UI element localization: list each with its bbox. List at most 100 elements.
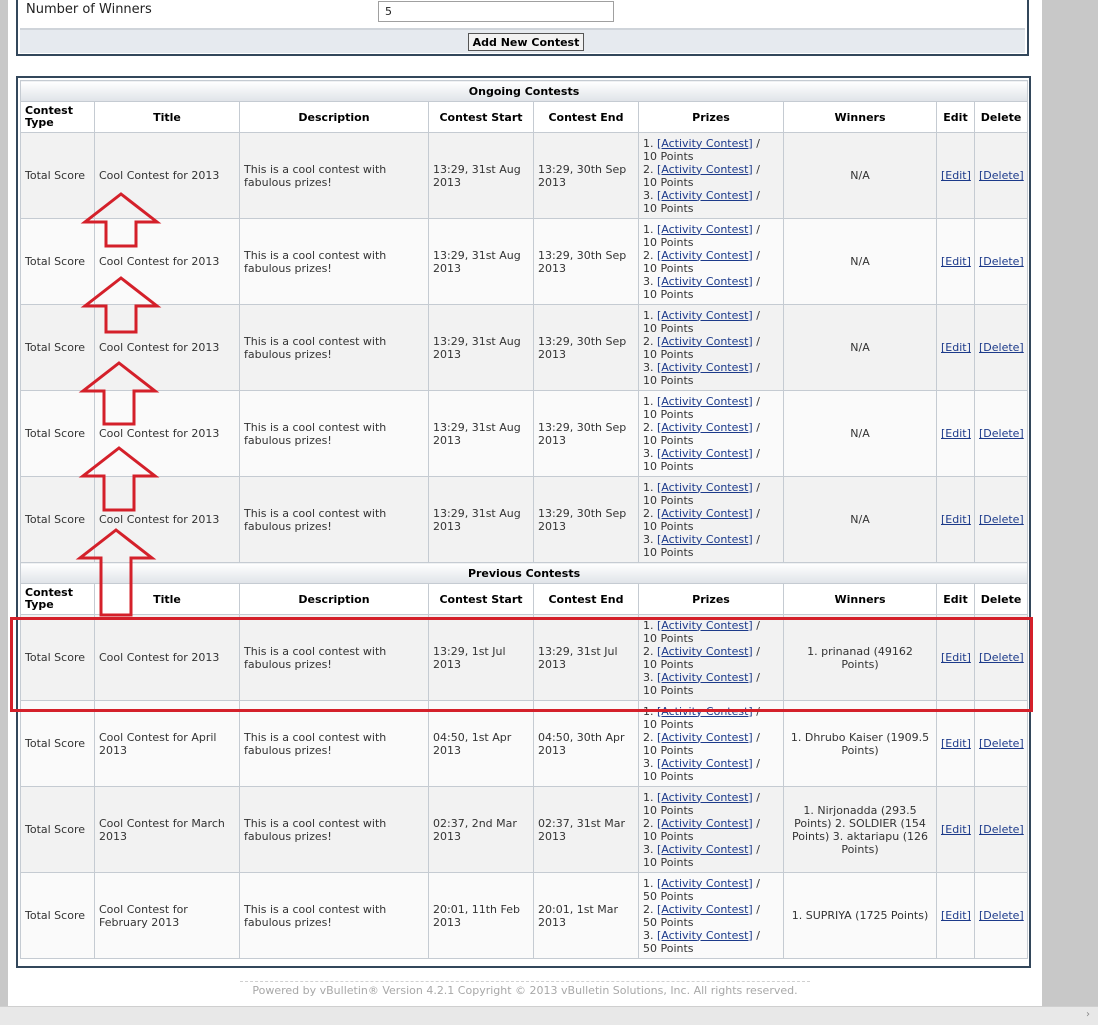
contest-description: This is a cool contest with fabulous pri… — [239, 700, 429, 787]
contest-prizes: 1. [Activity Contest] / 10 Points 2. [Act… — [638, 304, 784, 391]
prize-activity-link[interactable]: [Activity Contest] — [657, 645, 753, 658]
edit-cell: [Edit] — [936, 700, 975, 787]
prize-separator: / — [752, 644, 760, 658]
contest-type: Total Score — [20, 476, 95, 563]
prize-rank: 1. — [643, 790, 654, 804]
delete-link[interactable]: [Delete] — [979, 169, 1024, 182]
prize-activity-link[interactable]: [Activity Contest] — [657, 309, 753, 322]
delete-link[interactable]: [Delete] — [979, 255, 1024, 268]
add-new-contest-button[interactable]: Add New Contest — [468, 33, 584, 51]
edit-link[interactable]: [Edit] — [941, 737, 971, 750]
edit-link[interactable]: [Edit] — [941, 513, 971, 526]
column-header-row: Contest Type Title Description Contest Star… — [20, 101, 1029, 133]
prize-item: 3. [Activity Contest] / — [643, 447, 779, 460]
column-header-prizes: Prizes — [638, 101, 784, 133]
contest-prizes: 1. [Activity Contest] / 10 Points 2. [Act… — [638, 132, 784, 219]
contest-prizes: 1. [Activity Contest] / 10 Points 2. [Act… — [638, 390, 784, 477]
prize-activity-link[interactable]: [Activity Contest] — [657, 223, 753, 236]
delete-link[interactable]: [Delete] — [979, 341, 1024, 354]
prize-activity-link[interactable]: [Activity Contest] — [657, 249, 753, 262]
edit-link[interactable]: [Edit] — [941, 341, 971, 354]
contest-end: 13:29, 31st Jul 2013 — [533, 614, 639, 701]
delete-link[interactable]: [Delete] — [979, 427, 1024, 440]
prize-activity-link[interactable]: [Activity Contest] — [657, 791, 753, 804]
contest-title: Cool Contest for 2013 — [94, 218, 240, 305]
prize-activity-link[interactable]: [Activity Contest] — [657, 731, 753, 744]
contest-start: 13:29, 31st Aug 2013 — [428, 218, 534, 305]
contest-winners: 1. Dhrubo Kaiser (1909.5 Points) — [783, 700, 937, 787]
edit-link[interactable]: [Edit] — [941, 427, 971, 440]
delete-link[interactable]: [Delete] — [979, 651, 1024, 664]
prize-activity-link[interactable]: [Activity Contest] — [657, 705, 753, 718]
delete-link[interactable]: [Delete] — [979, 513, 1024, 526]
edit-link[interactable]: [Edit] — [941, 169, 971, 182]
prize-activity-link[interactable]: [Activity Contest] — [657, 189, 753, 202]
contests-table: Ongoing Contests Contest Type Title Descrip… — [19, 80, 1029, 959]
prize-activity-link[interactable]: [Activity Contest] — [657, 877, 753, 890]
prize-rank: 2. — [643, 420, 654, 434]
horizontal-scrollbar[interactable]: › — [0, 1006, 1098, 1025]
prize-separator: / — [752, 902, 760, 916]
prize-activity-link[interactable]: [Activity Contest] — [657, 447, 753, 460]
edit-link[interactable]: [Edit] — [941, 909, 971, 922]
prize-activity-link[interactable]: [Activity Contest] — [657, 843, 753, 856]
prize-activity-link[interactable]: [Activity Contest] — [657, 421, 753, 434]
prize-rank: 1. — [643, 480, 654, 494]
prize-activity-link[interactable]: [Activity Contest] — [657, 137, 753, 150]
prize-activity-link[interactable]: [Activity Contest] — [657, 903, 753, 916]
prize-rank: 3. — [643, 274, 654, 288]
prize-activity-link[interactable]: [Activity Contest] — [657, 395, 753, 408]
edit-cell: [Edit] — [936, 132, 975, 219]
prize-activity-link[interactable]: [Activity Contest] — [657, 507, 753, 520]
prize-activity-link[interactable]: [Activity Contest] — [657, 757, 753, 770]
scroll-right-icon[interactable]: › — [1086, 1009, 1090, 1020]
prize-activity-link[interactable]: [Activity Contest] — [657, 817, 753, 830]
prize-activity-link[interactable]: [Activity Contest] — [657, 671, 753, 684]
prize-activity-link[interactable]: [Activity Contest] — [657, 275, 753, 288]
prize-separator: / — [752, 790, 760, 804]
prize-item: 3. [Activity Contest] / — [643, 843, 779, 856]
contest-prizes: 1. [Activity Contest] / 10 Points 2. [Act… — [638, 700, 784, 787]
edit-link[interactable]: [Edit] — [941, 651, 971, 664]
prize-item: 2. [Activity Contest] / — [643, 421, 779, 434]
prize-rank: 1. — [643, 704, 654, 718]
page-margin-left — [0, 0, 8, 1010]
delete-link[interactable]: [Delete] — [979, 737, 1024, 750]
winners-input[interactable] — [378, 1, 614, 22]
prize-activity-link[interactable]: [Activity Contest] — [657, 163, 753, 176]
prize-rank: 3. — [643, 360, 654, 374]
delete-cell: [Delete] — [973, 872, 1029, 959]
prize-activity-link[interactable]: [Activity Contest] — [657, 361, 753, 374]
prize-separator: / — [752, 618, 760, 632]
prize-points: 10 Points — [643, 459, 694, 473]
edit-link[interactable]: [Edit] — [941, 255, 971, 268]
contest-prizes: 1. [Activity Contest] / 10 Points 2. [Act… — [638, 614, 784, 701]
delete-link[interactable]: [Delete] — [979, 909, 1024, 922]
section-header-previous: Previous Contests — [19, 562, 1029, 584]
delete-link[interactable]: [Delete] — [979, 823, 1024, 836]
prize-points: 10 Points — [643, 829, 694, 843]
column-header-winners: Winners — [783, 101, 937, 133]
contest-title: Cool Contest for 2013 — [94, 614, 240, 701]
form-submit-row: Add New Contest — [20, 29, 1025, 53]
prize-separator: / — [752, 670, 760, 684]
contest-end: 13:29, 30th Sep 2013 — [533, 218, 639, 305]
add-contest-form: Number of Winners Add New Contest — [16, 0, 1029, 56]
prize-rank: 2. — [643, 506, 654, 520]
column-header-start: Contest Start — [428, 101, 534, 133]
contest-type: Total Score — [20, 390, 95, 477]
contest-end: 04:50, 30th Apr 2013 — [533, 700, 639, 787]
contest-end: 13:29, 30th Sep 2013 — [533, 132, 639, 219]
contest-start: 13:29, 31st Aug 2013 — [428, 476, 534, 563]
contest-start: 13:29, 31st Aug 2013 — [428, 390, 534, 477]
edit-link[interactable]: [Edit] — [941, 823, 971, 836]
prize-rank: 3. — [643, 188, 654, 202]
contest-prizes: 1. [Activity Contest] / 10 Points 2. [Act… — [638, 786, 784, 873]
prize-activity-link[interactable]: [Activity Contest] — [657, 335, 753, 348]
prize-activity-link[interactable]: [Activity Contest] — [657, 619, 753, 632]
contest-title: Cool Contest for 2013 — [94, 132, 240, 219]
prize-activity-link[interactable]: [Activity Contest] — [657, 533, 753, 546]
prize-activity-link[interactable]: [Activity Contest] — [657, 929, 753, 942]
prize-activity-link[interactable]: [Activity Contest] — [657, 481, 753, 494]
prize-points: 10 Points — [643, 201, 694, 215]
